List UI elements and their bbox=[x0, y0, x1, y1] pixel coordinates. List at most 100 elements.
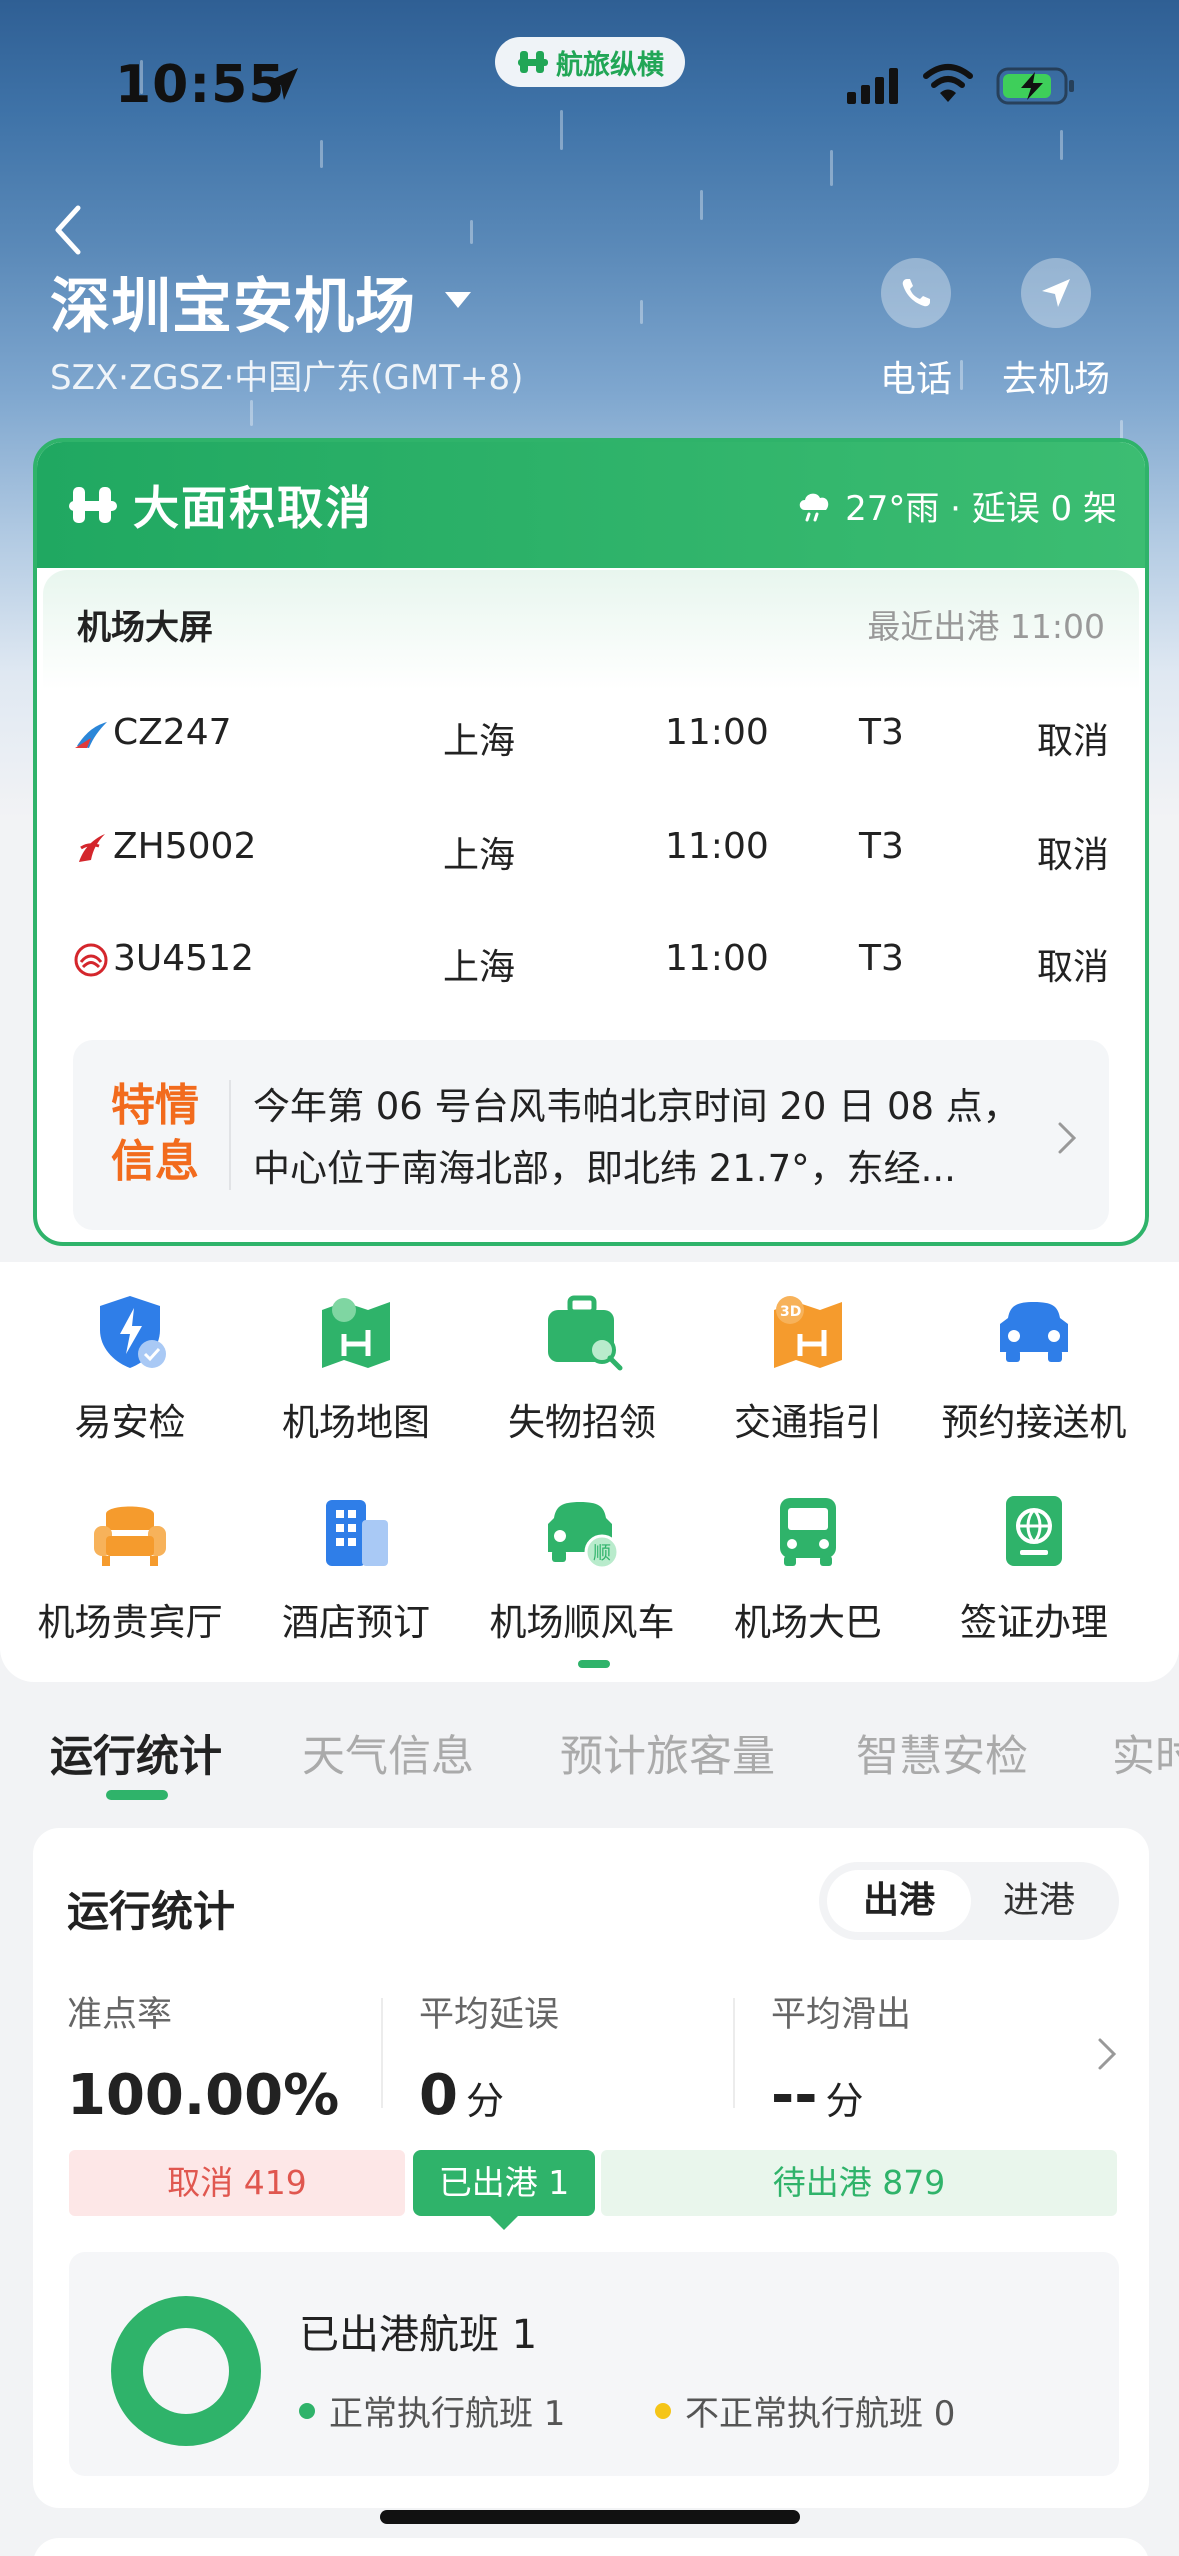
metric-on-time-rate: 准点率 100.00% bbox=[67, 1986, 339, 2128]
flight-number: CZ247 bbox=[113, 712, 232, 753]
service-ride-share[interactable]: 顺 机场顺风车 bbox=[469, 1490, 695, 1646]
svg-text:顺: 顺 bbox=[593, 1543, 611, 1564]
security-check-icon bbox=[100, 1296, 166, 1368]
notice-tag-line-2: 信息 bbox=[111, 1136, 199, 1187]
car-booking-icon bbox=[1000, 1302, 1068, 1362]
notice-text-line-1: 今年第 06 号台风韦帕北京时间 20 日 08 点， bbox=[253, 1085, 1020, 1128]
stats-title: 运行统计 bbox=[67, 1887, 236, 1936]
brand-logo-icon bbox=[518, 51, 548, 73]
airport-codes: SZX·ZGSZ·中国广东(GMT+8) bbox=[50, 358, 524, 398]
service-hotel[interactable]: 酒店预订 bbox=[243, 1490, 469, 1646]
notice-text-line-2: 中心位于南海北部，即北纬 21.7°，东经... bbox=[253, 1147, 956, 1190]
flight-status: 取消 bbox=[1036, 721, 1109, 762]
flight-terminal: T3 bbox=[859, 938, 904, 979]
status-bar: 10:55 航旅纵横 bbox=[0, 0, 1179, 170]
pending-bar[interactable]: 待出港 879 bbox=[601, 2150, 1117, 2216]
airport-map-icon bbox=[322, 1298, 390, 1368]
visa-icon bbox=[1006, 1496, 1062, 1566]
cancelled-bar[interactable]: 取消 419 bbox=[69, 2150, 405, 2216]
battery-charging-icon bbox=[996, 67, 1074, 105]
brand-pill: 航旅纵横 bbox=[495, 37, 685, 87]
tab-operations[interactable]: 运行统计 bbox=[50, 1722, 222, 1784]
legend-normal-text: 正常执行航班 1 bbox=[329, 2394, 566, 2434]
legend-abnormal: 不正常执行航班 0 bbox=[655, 2386, 955, 2435]
legend-abnormal-text: 不正常执行航班 0 bbox=[685, 2394, 956, 2434]
phone-label: 电话 bbox=[879, 359, 952, 400]
go-to-airport-label: 去机场 bbox=[1001, 359, 1110, 400]
flight-status: 取消 bbox=[1036, 835, 1109, 876]
service-label: 机场顺风车 bbox=[489, 1601, 675, 1644]
service-airport-map[interactable]: 机场地图 bbox=[243, 1290, 469, 1446]
alert-title: 大面积取消 bbox=[133, 481, 373, 535]
metric-label: 准点率 bbox=[67, 1995, 173, 2035]
flight-time: 11:00 bbox=[665, 938, 769, 979]
home-indicator bbox=[380, 2510, 800, 2524]
china-southern-logo-icon bbox=[75, 722, 107, 748]
flight-terminal: T3 bbox=[859, 826, 904, 867]
tab-passenger-volume[interactable]: 预计旅客量 bbox=[560, 1722, 775, 1784]
navigate-icon bbox=[1042, 279, 1070, 307]
service-car-booking[interactable]: 预约接送机 bbox=[921, 1290, 1147, 1446]
service-lost-found[interactable]: 失物招领 bbox=[469, 1290, 695, 1446]
tab-smart-security[interactable]: 智慧安检 bbox=[856, 1722, 1028, 1784]
metric-divider bbox=[733, 1998, 735, 2108]
flight-time: 11:00 bbox=[665, 712, 769, 753]
departed-donut-chart bbox=[111, 2296, 261, 2446]
operations-stats-card: 运行统计 出港 进港 准点率 100.00% 平均延误 0分 平均滑出 -- 分 … bbox=[33, 1828, 1149, 2508]
airport-title[interactable]: 深圳宝安机场 bbox=[50, 258, 416, 345]
special-notice[interactable]: 特情 信息 今年第 06 号台风韦帕北京时间 20 日 08 点， 中心位于南海… bbox=[73, 1040, 1109, 1230]
service-traffic-guide[interactable]: 3D 交通指引 bbox=[695, 1290, 921, 1446]
departed-bar[interactable]: 已出港 1 bbox=[413, 2150, 595, 2216]
airport-screen: 机场大屏 最近出港 11:00 CZ247 上海 11:00 T3 取消 ZH5… bbox=[43, 570, 1139, 1236]
toggle-departures[interactable]: 出港 bbox=[827, 1870, 971, 1932]
legend-dot-green bbox=[299, 2402, 315, 2419]
metric-value: 100.00% bbox=[67, 2063, 340, 2128]
notice-text: 今年第 06 号台风韦帕北京时间 20 日 08 点， 中心位于南海北部，即北纬… bbox=[253, 1076, 1053, 1200]
service-vip-lounge[interactable]: 机场贵宾厅 bbox=[17, 1490, 243, 1646]
lost-found-icon bbox=[548, 1295, 623, 1371]
toggle-arrivals[interactable]: 进港 bbox=[967, 1870, 1111, 1932]
active-tab-indicator bbox=[106, 1790, 168, 1800]
direction-toggle: 出港 进港 bbox=[819, 1862, 1119, 1940]
flight-number: 3U4512 bbox=[113, 938, 254, 979]
brand-name: 航旅纵横 bbox=[556, 49, 664, 81]
flight-row[interactable]: CZ247 上海 11:00 T3 取消 bbox=[73, 702, 1109, 762]
status-time: 10:55 bbox=[115, 55, 286, 115]
legend-normal: 正常执行航班 1 bbox=[299, 2386, 565, 2435]
service-label: 预约接送机 bbox=[941, 1401, 1127, 1444]
service-visa[interactable]: 签证办理 bbox=[921, 1490, 1147, 1646]
tab-weather[interactable]: 天气信息 bbox=[302, 1722, 474, 1784]
hotel-icon bbox=[326, 1500, 388, 1566]
service-label: 机场地图 bbox=[282, 1401, 430, 1444]
tab-realtime[interactable]: 实时 bbox=[1112, 1722, 1179, 1784]
back-icon[interactable] bbox=[48, 200, 88, 260]
dropdown-caret-icon[interactable] bbox=[443, 288, 473, 310]
service-label: 机场贵宾厅 bbox=[37, 1601, 223, 1644]
cancellation-alert-card[interactable]: 大面积取消 27°雨 · 延误 0 架 机场大屏 最近出港 11:00 CZ24… bbox=[33, 438, 1149, 1246]
flight-row[interactable]: 3U4512 上海 11:00 T3 取消 bbox=[73, 928, 1109, 988]
ride-share-icon: 顺 bbox=[548, 1502, 620, 1570]
weather-summary: 27°雨 · 延误 0 架 bbox=[795, 481, 1117, 530]
service-airport-bus[interactable]: 机场大巴 bbox=[695, 1490, 921, 1646]
service-label: 易安检 bbox=[74, 1401, 186, 1444]
sichuan-airlines-logo-icon bbox=[74, 943, 108, 977]
flight-number: ZH5002 bbox=[113, 826, 257, 867]
wifi-icon bbox=[923, 64, 973, 102]
phone-icon bbox=[902, 279, 930, 307]
metric-value: -- bbox=[771, 2063, 818, 2128]
legend-dot-yellow bbox=[655, 2402, 671, 2419]
chevron-right-icon[interactable] bbox=[1095, 2034, 1119, 2074]
service-label: 交通指引 bbox=[734, 1401, 882, 1444]
flight-row[interactable]: ZH5002 上海 11:00 T3 取消 bbox=[73, 816, 1109, 876]
flight-terminal: T3 bbox=[859, 712, 904, 753]
metric-value: 0 bbox=[419, 2063, 458, 2128]
flight-destination: 上海 bbox=[443, 947, 516, 988]
metric-label: 平均延误 bbox=[419, 1995, 560, 2035]
notice-tag-line-1: 特情 bbox=[111, 1080, 199, 1131]
recent-departure: 最近出港 11:00 bbox=[867, 607, 1105, 646]
go-to-airport-button[interactable]: 去机场 bbox=[986, 258, 1126, 402]
flight-destination: 上海 bbox=[443, 835, 516, 876]
service-easy-security[interactable]: 易安检 bbox=[17, 1290, 243, 1446]
weather-text: 27°雨 · 延误 0 架 bbox=[845, 488, 1117, 529]
phone-button[interactable]: 电话 bbox=[846, 258, 986, 402]
